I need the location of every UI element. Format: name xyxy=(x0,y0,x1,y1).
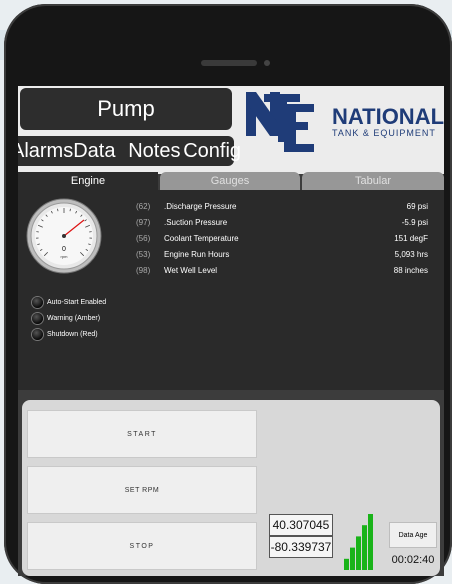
set-rpm-button[interactable]: SET RPM xyxy=(27,466,257,514)
indicator-auto-start: Auto-Start Enabled xyxy=(32,296,106,308)
company-logo: NATIONAL TANK & EQUIPMENT xyxy=(240,86,444,156)
longitude-readout: -80.339737 xyxy=(269,536,333,558)
status-led-icon xyxy=(32,313,43,324)
reading-row: (53) Engine Run Hours 5,093 hrs xyxy=(128,250,428,264)
indicator-warning: Warning (Amber) xyxy=(32,312,100,324)
reading-value: 69 psi xyxy=(407,202,428,211)
reading-value: -5.9 psi xyxy=(402,218,428,227)
tab-tabular[interactable]: Tabular xyxy=(302,172,444,190)
reading-row: (56) Coolant Temperature 151 degF xyxy=(128,234,428,248)
reading-code: (53) xyxy=(136,250,150,259)
gauge-unit: rpm xyxy=(61,254,69,259)
gauge-value: 0 xyxy=(62,246,66,253)
signal-strength-icon xyxy=(344,514,374,570)
start-button[interactable]: START xyxy=(27,410,257,458)
reading-row: (98) Wet Well Level 88 inches xyxy=(128,266,428,280)
logo-line1: NATIONAL xyxy=(332,104,444,129)
signal-bar xyxy=(356,536,361,570)
reading-row: (62) .Discharge Pressure 69 psi xyxy=(128,202,428,216)
logo-line2: TANK & EQUIPMENT xyxy=(332,128,436,138)
phone-speaker xyxy=(201,60,257,66)
tab-bar: Engine Gauges Tabular xyxy=(18,172,444,190)
reading-label: .Suction Pressure xyxy=(164,218,227,227)
status-led-icon xyxy=(32,329,43,340)
tab-engine[interactable]: Engine xyxy=(18,172,158,190)
status-led-icon xyxy=(32,297,43,308)
reading-label: Engine Run Hours xyxy=(164,250,229,259)
phone-camera xyxy=(264,60,270,66)
reading-label: Coolant Temperature xyxy=(164,234,239,243)
control-panel: START SET RPM STOP 40.307045 -80.339737 … xyxy=(22,400,440,576)
reading-code: (62) xyxy=(136,202,150,211)
nav-config[interactable]: Config xyxy=(183,140,241,163)
app-screen: Pump Alarms Data Notes Config xyxy=(18,86,444,576)
engine-panel: 0 rpm (62) .Discharge Pressure 69 psi (9… xyxy=(18,190,444,390)
phone-frame: Pump Alarms Data Notes Config xyxy=(4,4,452,584)
nav-alarms[interactable]: Alarms xyxy=(18,140,73,163)
signal-bar xyxy=(350,548,355,570)
data-age-value: 00:02:40 xyxy=(386,554,440,570)
header-area: Pump Alarms Data Notes Config xyxy=(18,86,444,174)
signal-bar xyxy=(344,559,349,570)
reading-value: 151 degF xyxy=(394,234,428,243)
reading-code: (98) xyxy=(136,266,150,275)
reading-label: Wet Well Level xyxy=(164,266,217,275)
latitude-readout: 40.307045 xyxy=(269,514,333,536)
nav-notes[interactable]: Notes xyxy=(128,140,183,163)
nav-data[interactable]: Data xyxy=(73,140,128,163)
data-age-button[interactable]: Data Age xyxy=(389,522,437,548)
indicator-shutdown: Shutdown (Red) xyxy=(32,328,98,340)
reading-code: (56) xyxy=(136,234,150,243)
reading-value: 88 inches xyxy=(394,266,428,275)
signal-bar xyxy=(368,514,373,570)
pump-title-button[interactable]: Pump xyxy=(20,88,232,130)
reading-row: (97) .Suction Pressure -5.9 psi xyxy=(128,218,428,232)
tab-gauges[interactable]: Gauges xyxy=(160,172,300,190)
nav-bar: Alarms Data Notes Config xyxy=(18,136,234,166)
signal-bar xyxy=(362,525,367,570)
logo-mark-icon xyxy=(246,92,314,152)
reading-label: .Discharge Pressure xyxy=(164,202,236,211)
rpm-gauge: 0 rpm xyxy=(26,198,102,274)
reading-value: 5,093 hrs xyxy=(395,250,428,259)
stop-button[interactable]: STOP xyxy=(27,522,257,570)
reading-code: (97) xyxy=(136,218,150,227)
